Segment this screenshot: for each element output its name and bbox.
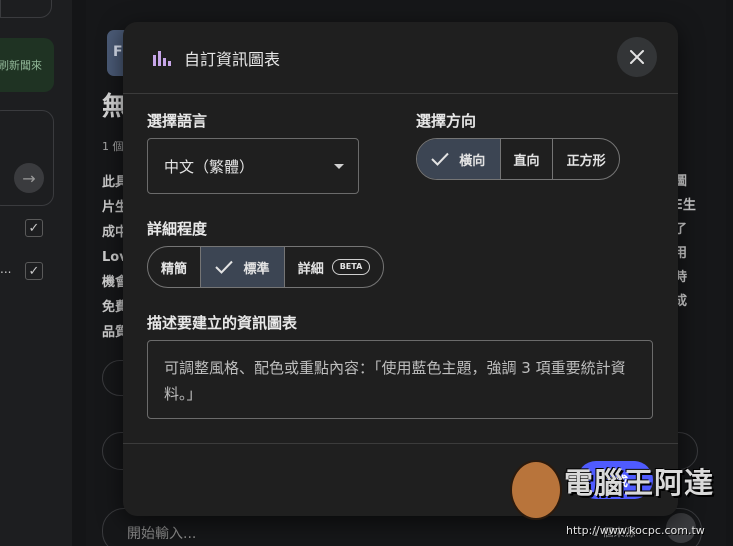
detail-option-label: 標準 [243,261,270,277]
caret-down-icon [334,164,344,169]
description-textarea[interactable]: 可調整風格、配色或重點內容：「使用藍色主題，強調 3 項重要統計資料。」 [147,340,653,419]
check-icon [431,152,450,166]
checkbox-checked[interactable]: ✓ [25,219,43,237]
language-label: 選擇語言 [147,112,208,130]
watermark-text: 電腦王阿達 [564,466,715,500]
orientation-option-label: 橫向 [459,153,486,169]
bar-chart-icon [153,51,171,66]
language-select[interactable]: 中文（繁體） [147,138,359,194]
close-button[interactable] [617,37,657,77]
orientation-option-square[interactable]: 正方形 [553,139,619,179]
detail-option-detailed[interactable]: 詳細 BETA [285,247,383,287]
orientation-option-portrait[interactable]: 直向 [501,139,554,179]
detail-option-label: 詳細 [297,261,324,277]
watermark: 電腦王阿達 http://www.kocpc.com.tw [510,452,732,544]
detail-option-concise[interactable]: 精簡 [148,247,201,287]
orientation-option-landscape[interactable]: 橫向 [417,139,501,179]
refresh-news-button[interactable]: 刷新聞來 [0,38,54,92]
dialog-title: 自訂資訊圖表 [184,50,281,69]
footer-divider [123,443,678,444]
orientation-label: 選擇方向 [416,112,477,130]
orientation-option-label: 正方形 [566,153,606,169]
close-icon [630,50,644,64]
truncated-text: ... [0,262,12,276]
description-label: 描述要建立的資訊圖表 [147,314,298,332]
source-count: 1 個 [102,140,124,153]
sidebar-top-card [0,0,52,18]
detail-level-segmented-control: 精簡 標準 詳細 BETA [147,246,384,288]
dialog-header: 自訂資訊圖表 [123,22,678,94]
watermark-url: http://www.kocpc.com.tw [566,524,705,537]
orientation-option-label: 直向 [513,153,540,169]
customize-infographic-dialog: 自訂資訊圖表 選擇語言 中文（繁體） 選擇方向 橫向 直向 正方形 詳細程度 精… [123,22,678,516]
check-icon [215,260,234,274]
detail-level-label: 詳細程度 [147,220,208,238]
detail-option-label: 精簡 [160,261,187,277]
language-selected-value: 中文（繁體） [164,158,255,176]
mascot-logo [510,460,562,520]
detail-option-standard[interactable]: 標準 [201,247,285,287]
checkbox-checked[interactable]: ✓ [25,262,43,280]
beta-badge: BETA [331,259,371,275]
orientation-segmented-control: 橫向 直向 正方形 [416,138,620,180]
arrow-right-icon[interactable]: → [14,163,44,193]
